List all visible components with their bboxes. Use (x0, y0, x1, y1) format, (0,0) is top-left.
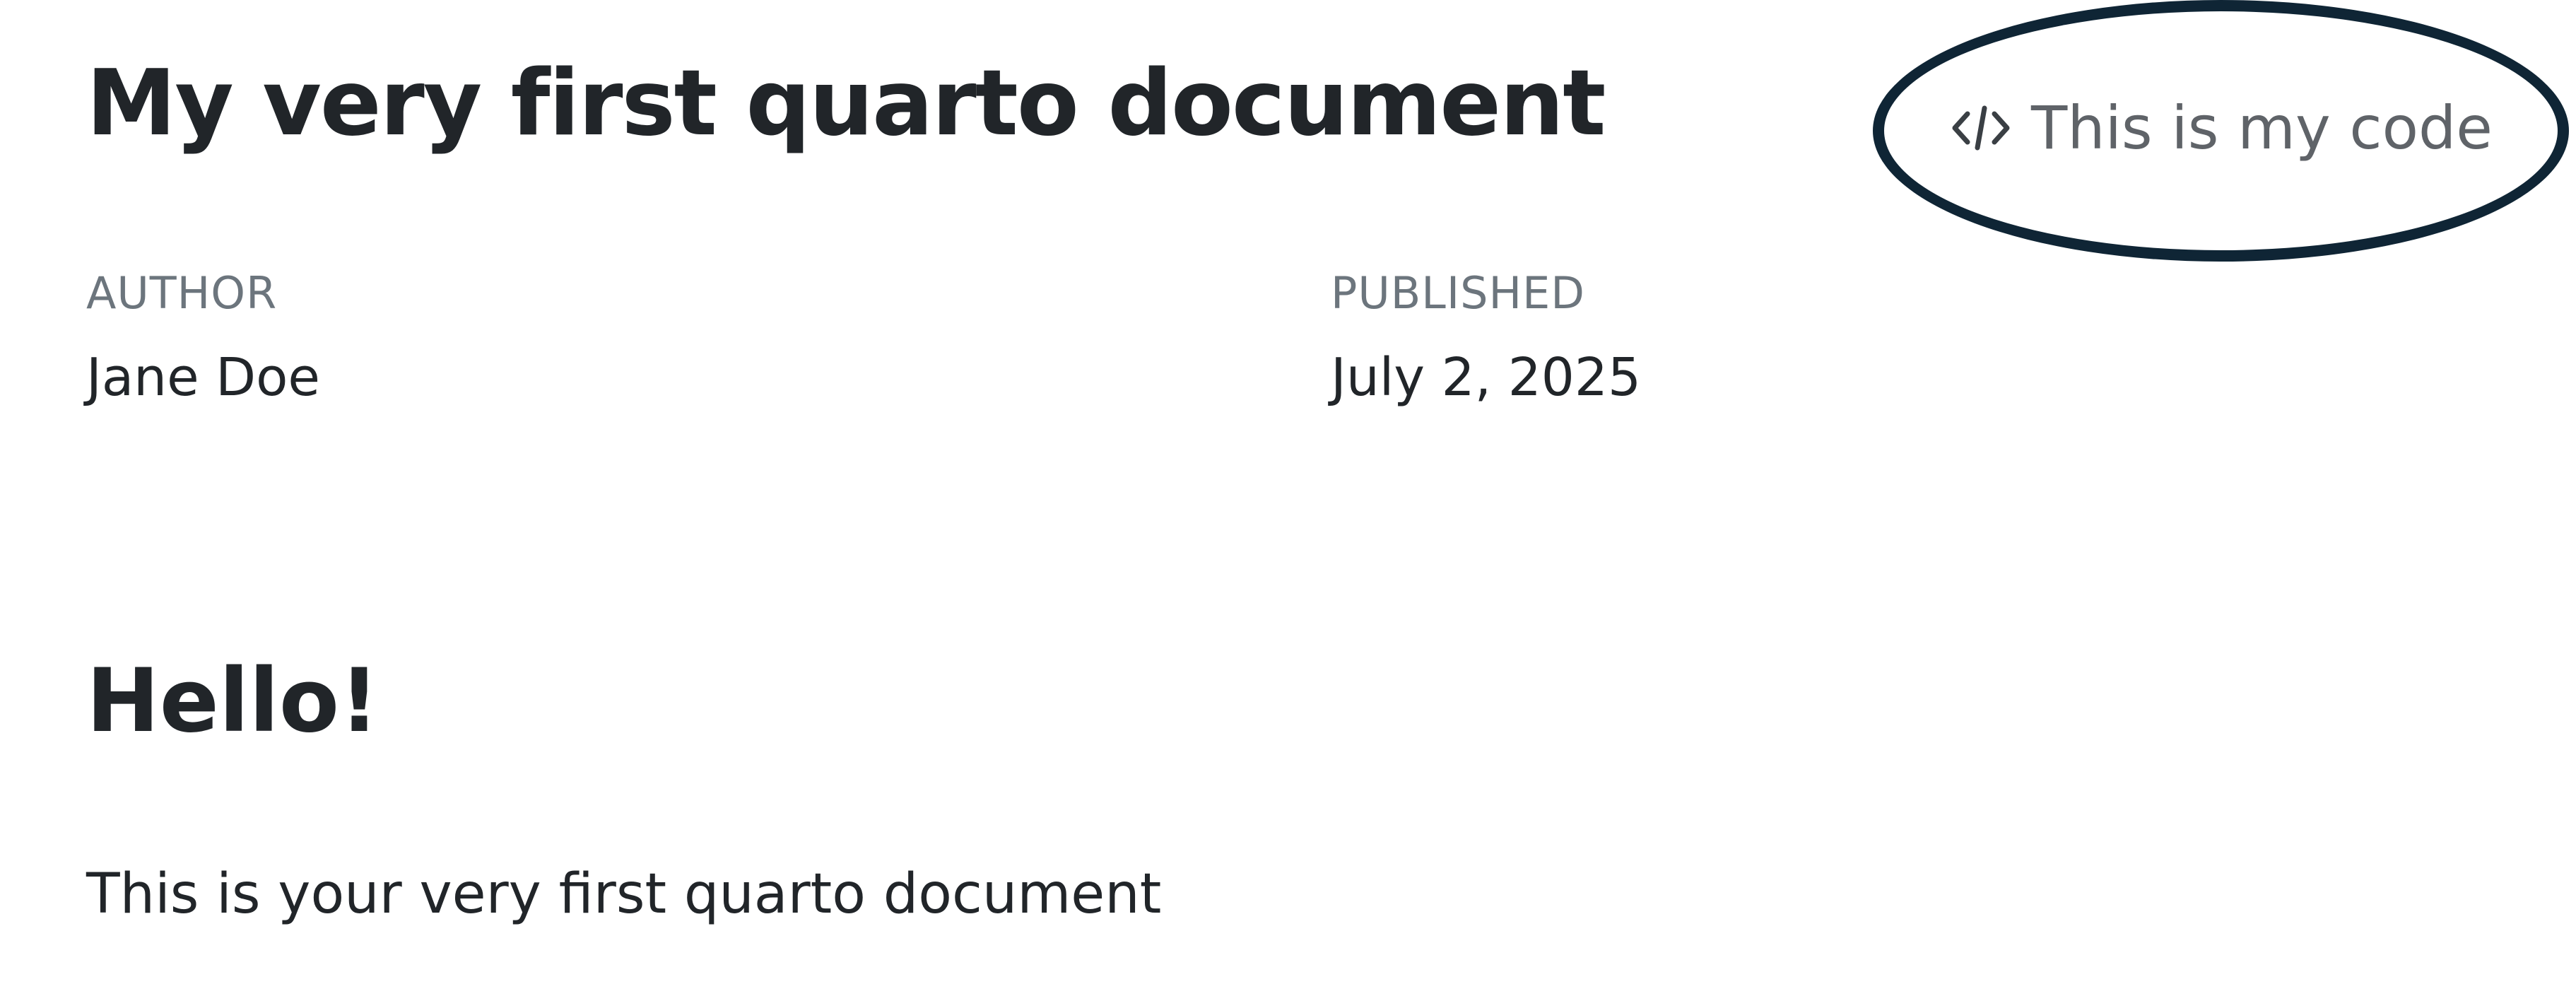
section-heading: Hello! (86, 650, 380, 752)
author-heading: AUTHOR (86, 267, 278, 319)
author-name: Jane Doe (86, 347, 320, 408)
author-block: AUTHOR Jane Doe (86, 267, 320, 408)
published-heading: PUBLISHED (1331, 267, 1586, 319)
published-date: July 2, 2025 (1331, 347, 1642, 408)
code-icon (1952, 105, 2010, 151)
code-tools-content[interactable]: This is my code (1949, 93, 2493, 163)
published-block: PUBLISHED July 2, 2025 (1331, 267, 1641, 408)
code-tools-button[interactable]: This is my code (1873, 0, 2569, 262)
page-title: My very first quarto document (86, 51, 1606, 156)
code-tools-label: This is my code (2031, 93, 2493, 163)
body-paragraph: This is your very first quarto document (86, 862, 1162, 926)
